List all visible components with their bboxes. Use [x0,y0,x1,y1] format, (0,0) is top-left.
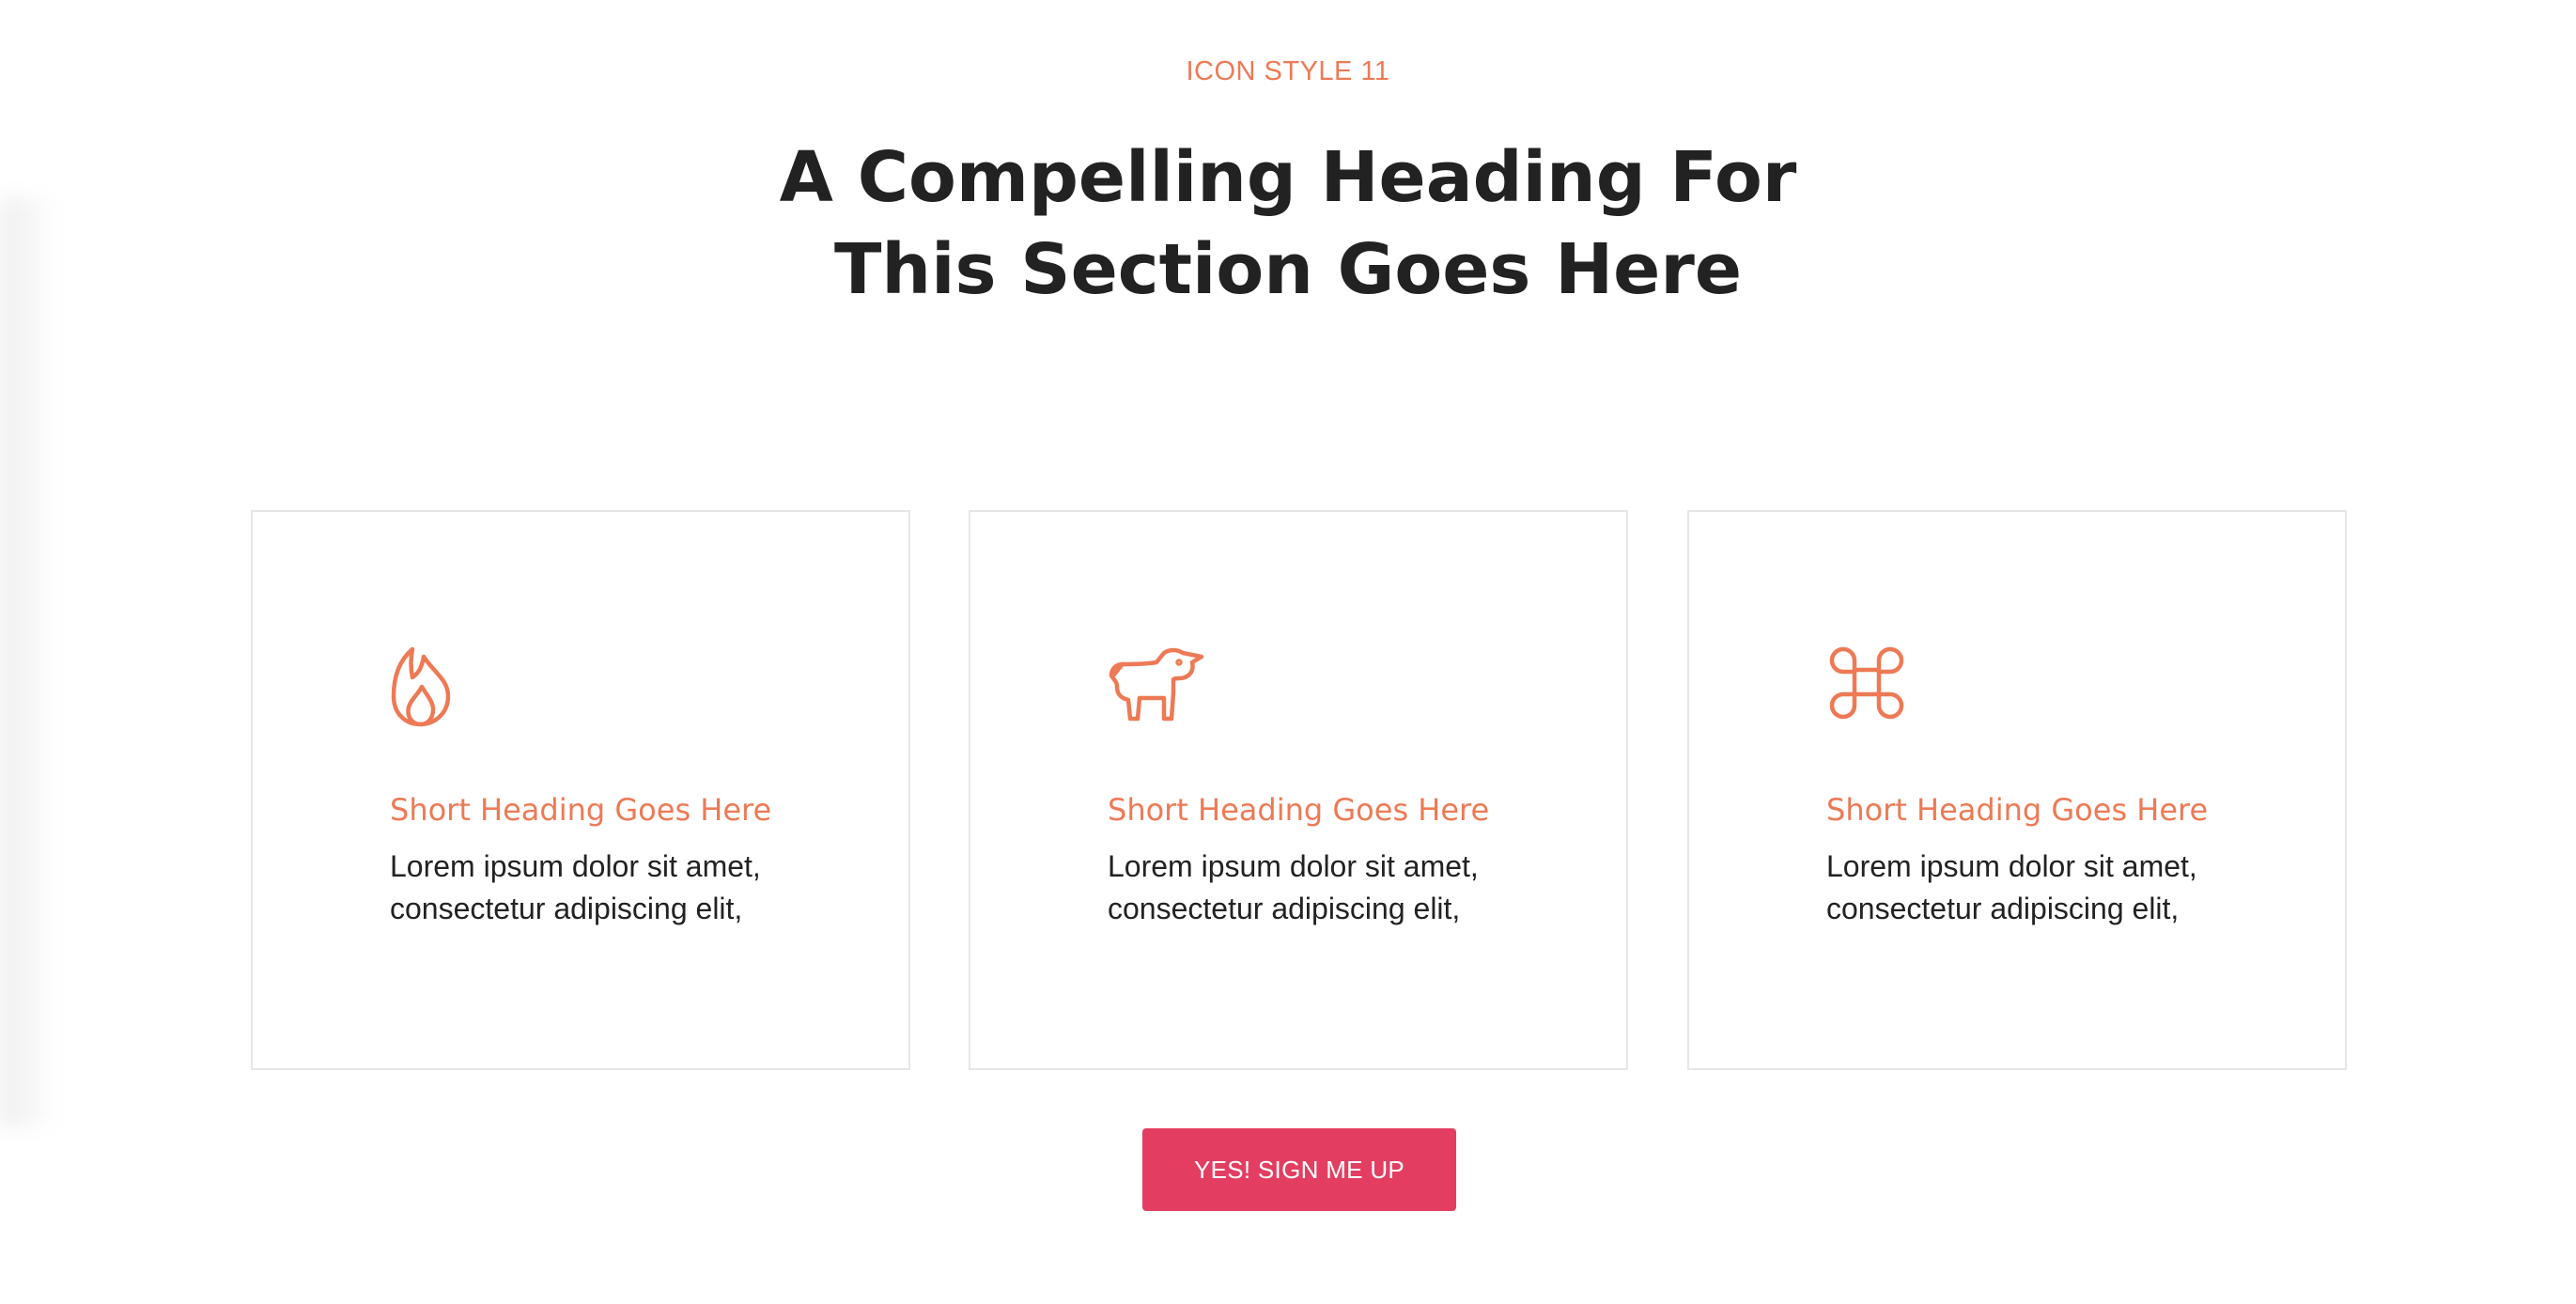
card-body-line-2: consectetur adipiscing elit, [390,892,743,925]
section-heading-line-1: A Compelling Heading For [779,137,1797,218]
feature-card-1: Short Heading Goes Here Lorem ipsum dolo… [251,510,910,1070]
section-heading-line-2: This Section Goes Here [833,229,1743,310]
section-heading: A Compelling Heading For This Section Go… [0,132,2576,316]
fire-icon [390,644,488,728]
unicorn-icon [1108,644,1205,728]
card-body-line-2: consectetur adipiscing elit, [1826,892,2180,925]
card-heading: Short Heading Goes Here [1108,792,1490,828]
command-key-icon [1826,644,1924,728]
sign-up-button[interactable]: YES! SIGN ME UP [1142,1128,1456,1211]
card-body: Lorem ipsum dolor sit amet, consectetur … [1826,846,2296,930]
card-heading: Short Heading Goes Here [390,792,772,828]
card-body-line-1: Lorem ipsum dolor sit amet, [1826,849,2197,883]
card-body-line-1: Lorem ipsum dolor sit amet, [390,849,761,883]
card-body-line-2: consectetur adipiscing elit, [1108,892,1461,925]
feature-card-3: Short Heading Goes Here Lorem ipsum dolo… [1687,510,2347,1070]
card-body: Lorem ipsum dolor sit amet, consectetur … [390,846,860,930]
card-heading: Short Heading Goes Here [1826,792,2209,828]
section-eyebrow: ICON STYLE 11 [1186,56,1390,86]
left-edge-shadow [0,197,56,1127]
feature-card-2: Short Heading Goes Here Lorem ipsum dolo… [969,510,1628,1070]
card-body-line-1: Lorem ipsum dolor sit amet, [1108,849,1479,883]
card-body: Lorem ipsum dolor sit amet, consectetur … [1108,846,1577,930]
